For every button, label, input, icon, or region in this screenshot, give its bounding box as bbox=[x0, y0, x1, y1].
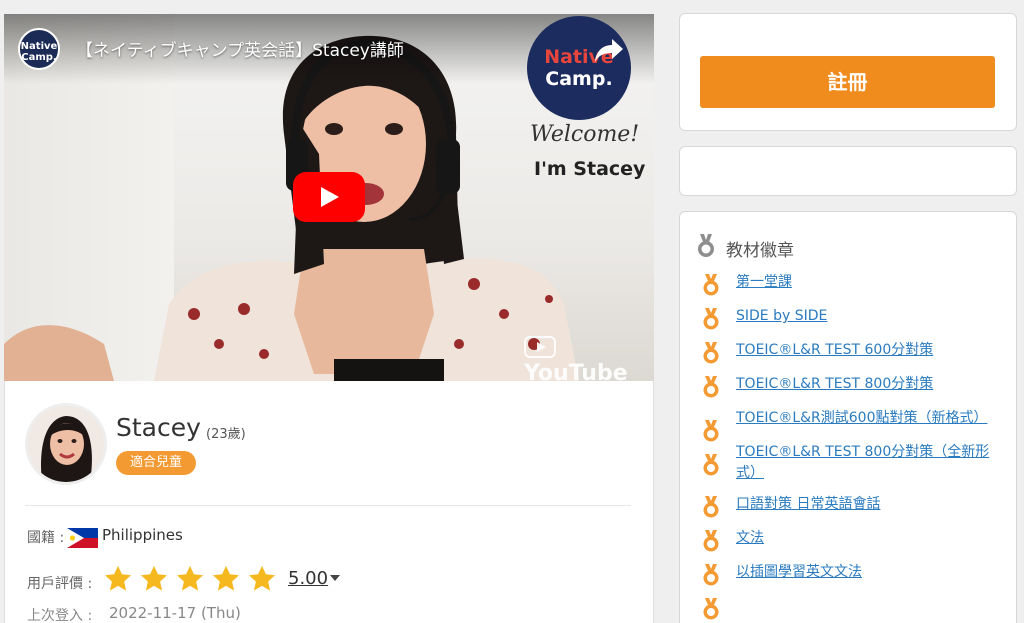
nationality-value: Philippines bbox=[102, 526, 183, 544]
nationality-label: 國籍 : bbox=[27, 530, 65, 546]
teacher-main-column: Native Camp. 【ネイティブキャンプ英会話】Stacey講師 Nati… bbox=[4, 14, 654, 623]
badge-list-item: TOEIC®L&R TEST 800分對策（全新形式） bbox=[700, 442, 1000, 484]
badge-link[interactable]: TOEIC®L&R TEST 800分對策（全新形式） bbox=[736, 442, 1000, 484]
medal-icon bbox=[703, 598, 719, 620]
badge-link[interactable]: TOEIC®L&R TEST 600分對策 bbox=[736, 340, 1000, 361]
native-camp-brand-sign: Native Camp. bbox=[527, 16, 631, 120]
last-login-value: 2022-11-17 (Thu) bbox=[109, 604, 241, 622]
intro-video-player[interactable]: Native Camp. 【ネイティブキャンプ英会話】Stacey講師 Nati… bbox=[4, 14, 654, 381]
badge-link[interactable]: SIDE by SIDE bbox=[736, 306, 1000, 327]
rating-label: 用戶評價 : bbox=[27, 576, 93, 592]
video-title[interactable]: 【ネイティブキャンプ英会話】Stacey講師 bbox=[76, 36, 404, 61]
star-icon bbox=[177, 565, 203, 591]
register-panel: 註冊 bbox=[679, 13, 1017, 131]
medal-icon bbox=[703, 530, 719, 552]
intro-sign-text: I'm Stacey bbox=[534, 158, 646, 180]
kids-suitable-badge: 適合兒童 bbox=[116, 451, 197, 475]
teacher-age: (23歲) bbox=[206, 427, 246, 442]
badge-list-item: TOEIC®L&R測試600點對策（新格式） bbox=[700, 408, 1000, 442]
chevron-down-icon[interactable] bbox=[330, 575, 340, 581]
medal-icon bbox=[703, 496, 719, 518]
share-icon[interactable] bbox=[594, 36, 624, 64]
info-panel bbox=[679, 146, 1017, 196]
badge-list-item: 第一堂課 bbox=[700, 272, 1000, 296]
welcome-sign-text: Welcome! bbox=[530, 122, 640, 147]
medal-icon bbox=[703, 420, 719, 442]
youtube-icon bbox=[524, 336, 556, 358]
material-badges-panel: 教材徽章 第一堂課 SIDE by SIDE TOEIC®L&R TEST 600分… bbox=[679, 211, 1017, 623]
medal-icon bbox=[698, 234, 714, 257]
youtube-logo[interactable]: YouTube bbox=[524, 336, 654, 381]
play-icon[interactable] bbox=[293, 172, 365, 222]
channel-logo-line1: Native bbox=[20, 41, 58, 52]
badge-list: 第一堂課 SIDE by SIDE TOEIC®L&R TEST 600分對策 TOE… bbox=[700, 272, 1000, 623]
badge-link[interactable]: 第一堂課 bbox=[736, 272, 1000, 293]
medal-icon bbox=[703, 308, 719, 330]
teacher-name: Stacey bbox=[116, 413, 201, 442]
badge-link[interactable]: 以插圖學習英文文法 bbox=[736, 562, 1000, 583]
teacher-profile-card: Stacey (23歲) 適合兒童 國籍 : Philippines 用戶評價 … bbox=[4, 381, 654, 623]
badge-list-item bbox=[700, 596, 1000, 620]
profile-divider bbox=[25, 505, 631, 506]
badge-list-item: TOEIC®L&R TEST 800分對策 bbox=[700, 374, 1000, 398]
star-icon bbox=[105, 565, 131, 591]
badges-title: 教材徽章 bbox=[726, 241, 794, 261]
badge-list-item: TOEIC®L&R TEST 600分對策 bbox=[700, 340, 1000, 364]
badge-link[interactable]: TOEIC®L&R TEST 800分對策 bbox=[736, 374, 1000, 395]
badge-list-item: 文法 bbox=[700, 528, 1000, 552]
badge-link[interactable]: 口語對策 日常英語會話 bbox=[736, 494, 1000, 515]
badge-list-item: 以插圖學習英文文法 bbox=[700, 562, 1000, 586]
star-icon bbox=[141, 565, 167, 591]
medal-icon bbox=[703, 342, 719, 364]
avatar-photo bbox=[28, 406, 104, 482]
medal-icon bbox=[703, 564, 719, 586]
badge-link[interactable]: TOEIC®L&R測試600點對策（新格式） bbox=[736, 408, 1000, 429]
brand-line2: Camp. bbox=[545, 68, 613, 90]
rating-value-link[interactable]: 5.00 bbox=[288, 568, 328, 589]
last-login-label: 上次登入 : bbox=[27, 608, 93, 623]
rating-stars bbox=[103, 564, 277, 594]
register-button[interactable]: 註冊 bbox=[700, 56, 995, 108]
medal-icon bbox=[703, 376, 719, 398]
channel-logo-line2: Camp. bbox=[21, 52, 57, 63]
star-icon bbox=[249, 565, 275, 591]
medal-icon bbox=[703, 454, 719, 476]
channel-logo[interactable]: Native Camp. bbox=[18, 28, 60, 70]
star-icon bbox=[213, 565, 239, 591]
avatar bbox=[25, 403, 107, 485]
youtube-label: YouTube bbox=[524, 361, 628, 381]
badge-list-item: SIDE by SIDE bbox=[700, 306, 1000, 330]
medal-icon bbox=[703, 274, 719, 296]
badge-link[interactable]: 文法 bbox=[736, 528, 1000, 549]
badge-list-item: 口語對策 日常英語會話 bbox=[700, 494, 1000, 518]
philippines-flag-icon bbox=[67, 528, 98, 548]
